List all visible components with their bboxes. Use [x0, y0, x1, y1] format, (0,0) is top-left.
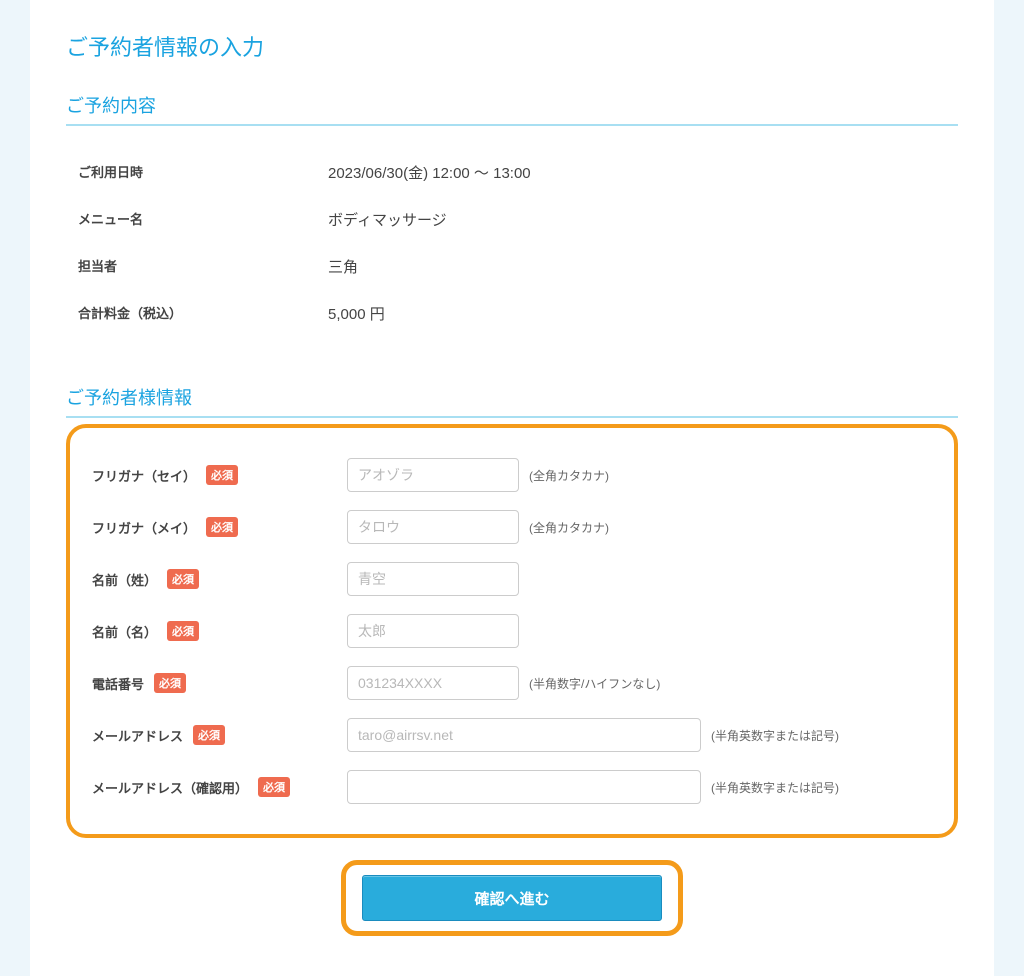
- row-datetime: ご利用日時 2023/06/30(金) 12:00 ～ 13:00: [78, 162, 946, 183]
- label-furigana-sei: フリガナ（セイ）: [92, 466, 196, 485]
- row-furigana-sei: フリガナ（セイ） 必須 (全角カタカナ): [92, 458, 932, 492]
- customer-form-highlight: フリガナ（セイ） 必須 (全角カタカナ) フリガナ（メイ） 必須 (全角カタカナ…: [66, 424, 958, 838]
- label-datetime: ご利用日時: [78, 162, 328, 183]
- furigana-mei-input[interactable]: [347, 510, 519, 544]
- required-badge: 必須: [167, 569, 199, 589]
- required-badge: 必須: [193, 725, 225, 745]
- hint-email-confirm: (半角英数字または記号): [711, 779, 839, 796]
- hint-tel: (半角数字/ハイフンなし): [529, 675, 660, 692]
- name-sei-input[interactable]: [347, 562, 519, 596]
- row-email: メールアドレス 必須 (半角英数字または記号): [92, 718, 932, 752]
- required-badge: 必須: [206, 517, 238, 537]
- label-name-mei: 名前（名）: [92, 622, 157, 641]
- label-name-sei: 名前（姓）: [92, 570, 157, 589]
- value-staff: 三角: [328, 256, 358, 277]
- hint-furigana-mei: (全角カタカナ): [529, 519, 609, 536]
- label-furigana-mei: フリガナ（メイ）: [92, 518, 196, 537]
- submit-highlight: 確認へ進む: [341, 860, 683, 936]
- reservation-form-card: ご予約者情報の入力 ご予約内容 ご利用日時 2023/06/30(金) 12:0…: [30, 0, 994, 976]
- email-input[interactable]: [347, 718, 701, 752]
- value-datetime: 2023/06/30(金) 12:00 ～ 13:00: [328, 162, 531, 183]
- value-menu: ボディマッサージ: [328, 209, 447, 230]
- email-confirm-input[interactable]: [347, 770, 701, 804]
- value-total: 5,000 円: [328, 303, 385, 324]
- required-badge: 必須: [206, 465, 238, 485]
- label-staff: 担当者: [78, 256, 328, 277]
- row-menu: メニュー名 ボディマッサージ: [78, 209, 946, 230]
- hint-email: (半角英数字または記号): [711, 727, 839, 744]
- label-email: メールアドレス: [92, 726, 183, 745]
- section-reservation-title: ご予約内容: [66, 92, 958, 126]
- name-mei-input[interactable]: [347, 614, 519, 648]
- submit-wrap: 確認へ進む: [66, 860, 958, 936]
- label-total: 合計料金（税込）: [78, 303, 328, 324]
- hint-furigana-sei: (全角カタカナ): [529, 467, 609, 484]
- required-badge: 必須: [154, 673, 186, 693]
- required-badge: 必須: [258, 777, 290, 797]
- furigana-sei-input[interactable]: [347, 458, 519, 492]
- row-furigana-mei: フリガナ（メイ） 必須 (全角カタカナ): [92, 510, 932, 544]
- label-email-confirm: メールアドレス（確認用）: [92, 778, 248, 797]
- required-badge: 必須: [167, 621, 199, 641]
- section-customer-title: ご予約者様情報: [66, 384, 958, 418]
- reservation-details: ご利用日時 2023/06/30(金) 12:00 ～ 13:00 メニュー名 …: [66, 132, 958, 364]
- row-tel: 電話番号 必須 (半角数字/ハイフンなし): [92, 666, 932, 700]
- row-name-mei: 名前（名） 必須: [92, 614, 932, 648]
- tel-input[interactable]: [347, 666, 519, 700]
- row-staff: 担当者 三角: [78, 256, 946, 277]
- page-title: ご予約者情報の入力: [66, 30, 958, 62]
- label-menu: メニュー名: [78, 209, 328, 230]
- row-name-sei: 名前（姓） 必須: [92, 562, 932, 596]
- label-tel: 電話番号: [92, 674, 144, 693]
- row-total: 合計料金（税込） 5,000 円: [78, 303, 946, 324]
- row-email-confirm: メールアドレス（確認用） 必須 (半角英数字または記号): [92, 770, 932, 804]
- confirm-button[interactable]: 確認へ進む: [362, 875, 662, 921]
